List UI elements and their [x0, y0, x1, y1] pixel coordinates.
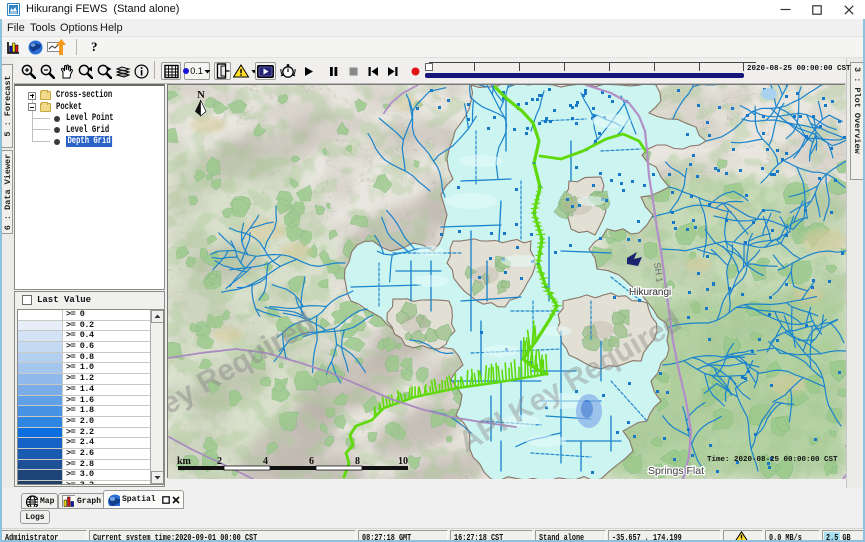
svg-text:4: 4	[263, 456, 268, 467]
svg-text:Time: 2020-08-25 00:00:00 CST: Time: 2020-08-25 00:00:00 CST	[707, 456, 838, 464]
svg-text:8: 8	[355, 456, 360, 467]
svg-text:10: 10	[398, 456, 408, 467]
svg-text:km: km	[177, 456, 192, 467]
svg-text:6: 6	[309, 456, 314, 467]
svg-text:Hikurangi: Hikurangi	[629, 287, 671, 298]
svg-text:Springs Flat: Springs Flat	[648, 465, 704, 477]
svg-text:2: 2	[217, 456, 222, 467]
svg-text:N: N	[197, 89, 205, 101]
